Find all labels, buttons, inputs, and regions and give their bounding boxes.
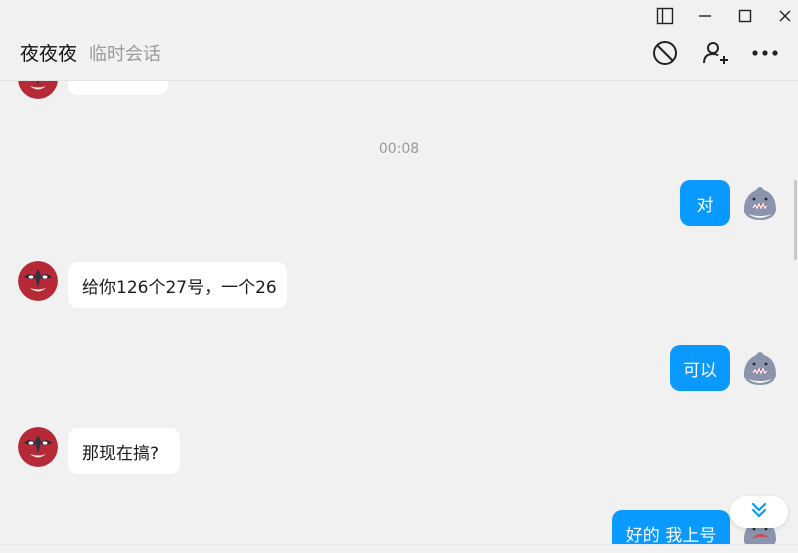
session-type-label: 临时会话 (89, 44, 161, 65)
message-list[interactable]: 00:08 对 给你126个27号，一个26 可以 那现在搞? 好的 我上号 (0, 81, 798, 552)
message-timestamp: 00:08 (378, 141, 420, 157)
contact-name[interactable]: 夜夜夜 (20, 39, 77, 66)
message-bubble-outgoing[interactable]: 对 (680, 180, 730, 226)
scrollbar[interactable] (794, 180, 797, 260)
message-bubble-incoming[interactable]: 给你126个27号，一个26 (68, 262, 287, 308)
chat-window: 夜夜夜 临时会话 00:08 对 给你126个27号，一个26 可以 那现在搞?… (0, 0, 798, 553)
maximize-icon[interactable] (730, 4, 760, 28)
double-chevron-down-icon (751, 501, 767, 523)
message-bubble-incoming[interactable] (68, 81, 168, 95)
block-icon[interactable] (648, 36, 682, 70)
my-avatar[interactable] (740, 347, 780, 387)
more-icon[interactable] (748, 36, 782, 70)
scroll-to-bottom-button[interactable] (730, 496, 788, 528)
message-bubble-outgoing[interactable]: 可以 (670, 345, 730, 391)
contact-avatar[interactable] (18, 427, 58, 467)
close-icon[interactable] (770, 4, 798, 28)
add-contact-icon[interactable] (698, 36, 732, 70)
message-bubble-incoming[interactable]: 那现在搞? (68, 428, 180, 474)
contact-avatar[interactable] (18, 261, 58, 301)
contact-avatar[interactable] (18, 81, 58, 99)
sidebar-toggle-icon[interactable] (650, 4, 680, 28)
minimize-icon[interactable] (690, 4, 720, 28)
chat-header: 夜夜夜 临时会话 (0, 28, 798, 81)
my-avatar[interactable] (740, 182, 780, 222)
